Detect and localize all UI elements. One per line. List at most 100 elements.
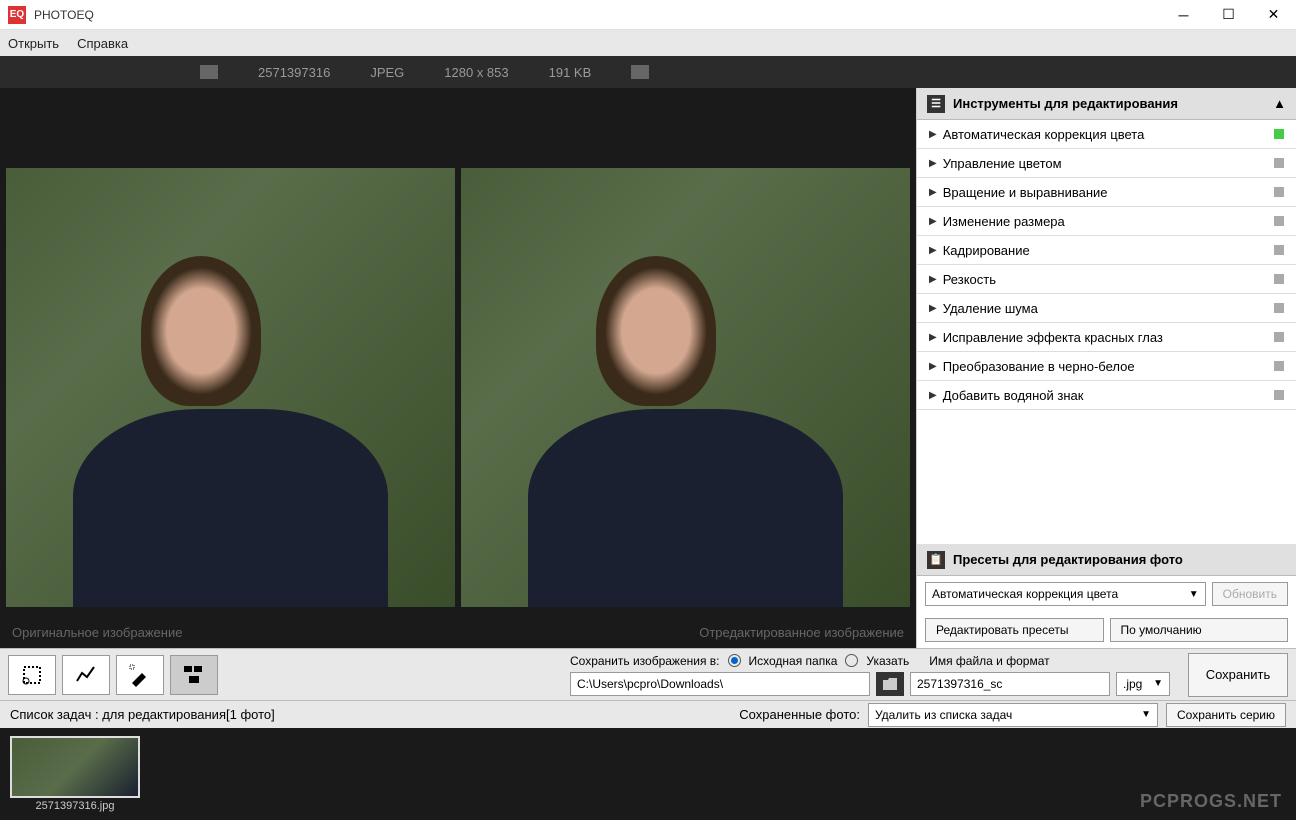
chevron-right-icon: ▶ (929, 158, 937, 169)
status-indicator (1274, 129, 1284, 139)
default-button[interactable]: По умолчанию (1110, 618, 1289, 642)
chevron-right-icon: ▶ (929, 216, 937, 227)
tool-item[interactable]: ▶ Кадрирование (917, 236, 1296, 265)
chevron-right-icon: ▶ (929, 332, 937, 343)
status-indicator (1274, 245, 1284, 255)
maximize-button[interactable]: ☐ (1206, 0, 1251, 30)
original-image[interactable] (6, 168, 455, 607)
extension-dropdown[interactable]: .jpg ▼ (1116, 672, 1170, 696)
sliders-icon: ☰ (927, 95, 945, 113)
watermark: PCPROGS.NET (1140, 791, 1282, 812)
thumbnail-image (10, 736, 140, 798)
presets-header-label: Пресеты для редактирования фото (953, 552, 1183, 567)
status-indicator (1274, 158, 1284, 168)
tool-label: Вращение и выравнивание (943, 185, 1108, 200)
crop-tool-button[interactable] (8, 655, 56, 695)
chevron-right-icon: ▶ (929, 303, 937, 314)
tool-label: Удаление шума (943, 301, 1038, 316)
edited-image[interactable] (461, 168, 910, 607)
thumbnail[interactable]: 2571397316.jpg (10, 736, 140, 812)
sidebar: ☰ Инструменты для редактирования ▲ ▶ Авто… (916, 88, 1296, 648)
edited-label: Отредактированное изображение (699, 625, 904, 640)
saved-photos-label: Сохраненные фото: (739, 707, 860, 722)
filename-input[interactable]: 2571397316_sc (910, 672, 1110, 696)
preset-selected: Автоматическая коррекция цвета (932, 587, 1118, 601)
image-area: Оригинальное изображение Отредактированн… (0, 88, 916, 648)
file-format-label: Имя файла и формат (929, 654, 1049, 668)
info-id: 2571397316 (258, 65, 330, 80)
tool-item[interactable]: ▶ Исправление эффекта красных глаз (917, 323, 1296, 352)
toolbar: Сохранить изображения в: Исходная папка … (0, 648, 1296, 700)
picker-tool-button[interactable] (116, 655, 164, 695)
chevron-down-icon: ▼ (1153, 678, 1163, 689)
menu-open[interactable]: Открыть (8, 36, 59, 51)
chevron-right-icon: ▶ (929, 129, 937, 140)
close-button[interactable]: ✕ (1251, 0, 1296, 30)
info-format: JPEG (370, 65, 404, 80)
app-logo-icon: EQ (8, 6, 26, 24)
titlebar: EQ PHOTOEQ ─ ☐ ✕ (0, 0, 1296, 30)
save-button[interactable]: Сохранить (1188, 653, 1288, 697)
tool-item[interactable]: ▶ Управление цветом (917, 149, 1296, 178)
status-indicator (1274, 361, 1284, 371)
status-indicator (1274, 274, 1284, 284)
chevron-right-icon: ▶ (929, 245, 937, 256)
tools-panel-header[interactable]: ☰ Инструменты для редактирования ▲ (917, 88, 1296, 120)
edit-presets-button[interactable]: Редактировать пресеты (925, 618, 1104, 642)
chevron-down-icon: ▼ (1189, 589, 1199, 600)
app-title: PHOTOEQ (34, 8, 1161, 22)
tool-item[interactable]: ▶ Удаление шума (917, 294, 1296, 323)
tool-item[interactable]: ▶ Вращение и выравнивание (917, 178, 1296, 207)
taskbar: Список задач : для редактирования[1 фото… (0, 700, 1296, 728)
radio-specify-label: Указать (866, 654, 909, 668)
image-icon (200, 65, 218, 79)
refresh-button[interactable]: Обновить (1212, 582, 1288, 606)
collapse-icon[interactable]: ▲ (1273, 96, 1286, 111)
tool-label: Изменение размера (943, 214, 1065, 229)
camera-icon (631, 65, 649, 79)
status-indicator (1274, 187, 1284, 197)
info-dimensions: 1280 x 853 (444, 65, 508, 80)
radio-specify-folder[interactable] (845, 654, 858, 667)
chevron-right-icon: ▶ (929, 390, 937, 401)
browse-folder-button[interactable] (876, 672, 904, 696)
tool-label: Кадрирование (943, 243, 1030, 258)
chevron-right-icon: ▶ (929, 361, 937, 372)
menubar: Открыть Справка (0, 30, 1296, 56)
preset-dropdown[interactable]: Автоматическая коррекция цвета ▼ (925, 582, 1206, 606)
status-indicator (1274, 390, 1284, 400)
tool-item[interactable]: ▶ Преобразование в черно-белое (917, 352, 1296, 381)
tool-item[interactable]: ▶ Изменение размера (917, 207, 1296, 236)
tool-label: Резкость (943, 272, 996, 287)
chevron-down-icon: ▼ (1141, 709, 1151, 720)
path-input[interactable]: C:\Users\pcpro\Downloads\ (570, 672, 870, 696)
saved-action-dropdown[interactable]: Удалить из списка задач ▼ (868, 703, 1158, 727)
info-size: 191 KB (549, 65, 592, 80)
tool-label: Преобразование в черно-белое (943, 359, 1135, 374)
tool-label: Автоматическая коррекция цвета (943, 127, 1145, 142)
compare-tool-button[interactable] (170, 655, 218, 695)
tools-header-label: Инструменты для редактирования (953, 96, 1178, 111)
tool-item[interactable]: ▶ Резкость (917, 265, 1296, 294)
save-series-button[interactable]: Сохранить серию (1166, 703, 1286, 727)
status-indicator (1274, 332, 1284, 342)
status-indicator (1274, 303, 1284, 313)
original-label: Оригинальное изображение (12, 625, 699, 640)
chevron-right-icon: ▶ (929, 274, 937, 285)
tool-label: Добавить водяной знак (943, 388, 1084, 403)
tool-label: Управление цветом (943, 156, 1062, 171)
tool-item[interactable]: ▶ Добавить водяной знак (917, 381, 1296, 410)
status-indicator (1274, 216, 1284, 226)
minimize-button[interactable]: ─ (1161, 0, 1206, 30)
infobar: 2571397316 JPEG 1280 x 853 191 KB (0, 56, 1296, 88)
task-list-label: Список задач : для редактирования[1 фото… (10, 707, 275, 722)
radio-source-folder[interactable] (728, 654, 741, 667)
clipboard-icon: 📋 (927, 551, 945, 569)
menu-help[interactable]: Справка (77, 36, 128, 51)
tool-label: Исправление эффекта красных глаз (943, 330, 1163, 345)
thumbnail-name: 2571397316.jpg (10, 800, 140, 812)
tool-item[interactable]: ▶ Автоматическая коррекция цвета (917, 120, 1296, 149)
presets-panel-header[interactable]: 📋 Пресеты для редактирования фото (917, 544, 1296, 576)
chevron-right-icon: ▶ (929, 187, 937, 198)
levels-tool-button[interactable] (62, 655, 110, 695)
